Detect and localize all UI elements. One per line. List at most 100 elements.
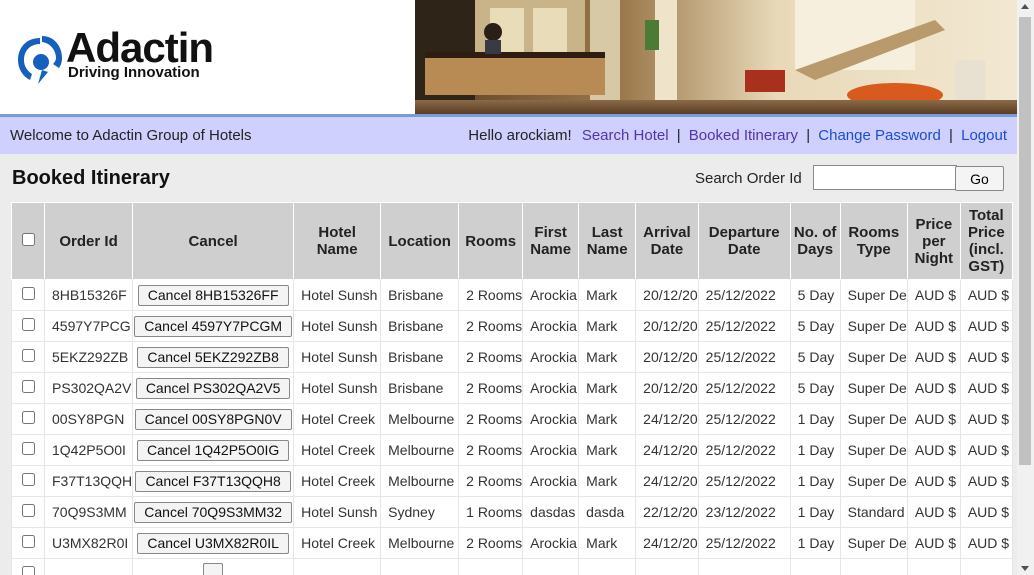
vertical-scrollbar[interactable]	[1017, 0, 1034, 575]
row-select-checkbox[interactable]	[21, 380, 35, 393]
location-cell	[380, 558, 460, 575]
rooms-cell: 2 Rooms	[458, 341, 524, 373]
scroll-up-icon[interactable]	[1021, 4, 1029, 9]
room-type-cell: Super De	[839, 372, 908, 404]
cancel-order-button[interactable]: Cancel 8HB15326FF	[137, 284, 289, 306]
total-price-cell	[959, 558, 1013, 575]
arrival-date-cell: 20/12/20	[635, 341, 699, 373]
booked-itinerary-link[interactable]: Booked Itinerary	[689, 127, 798, 144]
cancel-cell: Cancel 70Q9S3MM32	[132, 496, 295, 528]
cancel-order-button[interactable]: Cancel PS302QA2V5	[135, 377, 291, 399]
rooms-cell: 2 Rooms	[458, 434, 524, 466]
cancel-cell: Cancel 00SY8PGN0V	[132, 403, 295, 435]
header-total-price: Total Price (incl. GST)	[959, 202, 1013, 280]
room-type-cell: Super De	[839, 434, 908, 466]
header-location: Location	[380, 202, 460, 280]
order-id-cell: 70Q9S3MM	[43, 496, 134, 528]
last-name-cell: Mark	[578, 310, 637, 342]
hotel-name-cell: Hotel Creek	[293, 465, 382, 497]
location-cell: Brisbane	[380, 279, 460, 311]
arrival-date-cell: 24/12/20	[635, 465, 699, 497]
table-row: 00SY8PGN Cancel 00SY8PGN0V Hotel Creek Melb…	[11, 403, 1013, 435]
scroll-thumb[interactable]	[1019, 17, 1031, 465]
hotel-name-cell: Hotel Sunsh	[293, 372, 382, 404]
select-all-header	[11, 202, 45, 280]
days-cell: 5 Day	[789, 279, 841, 311]
hotel-name-cell: Hotel Sunsh	[293, 279, 382, 311]
header-price-per-night: Price per Night	[906, 202, 961, 280]
search-order-input[interactable]	[813, 165, 957, 190]
departure-date-cell: 25/12/2022	[697, 310, 791, 342]
last-name-cell: Mark	[578, 403, 637, 435]
order-id-cell: PS302QA2V	[43, 372, 134, 404]
room-type-cell: Standard	[839, 496, 908, 528]
hotel-name-cell: Hotel Creek	[293, 403, 382, 435]
row-select-checkbox[interactable]	[21, 535, 35, 548]
location-cell: Melbourne	[380, 403, 460, 435]
days-cell: 5 Day	[789, 372, 841, 404]
cancel-order-button[interactable]: Cancel 1Q42P5O0IG	[136, 439, 290, 461]
cancel-order-button[interactable]: Cancel 00SY8PGN0V	[134, 408, 292, 430]
select-all-checkbox[interactable]	[21, 232, 35, 246]
rooms-cell: 1 Rooms	[458, 496, 524, 528]
page-title: Booked Itinerary	[12, 167, 170, 189]
hotel-name-cell: Hotel Sunsh	[293, 496, 382, 528]
row-select-checkbox[interactable]	[21, 566, 35, 575]
row-select-checkbox[interactable]	[21, 442, 35, 455]
total-price-cell: AUD $	[959, 310, 1013, 342]
row-select-cell	[11, 341, 45, 373]
cancel-order-button[interactable]: Cancel 4597Y7PCGM	[134, 315, 293, 337]
location-cell: Melbourne	[380, 434, 460, 466]
departure-date-cell: 25/12/2022	[697, 341, 791, 373]
cancel-order-button[interactable]	[203, 562, 224, 575]
first-name-cell: Arockia	[522, 279, 580, 311]
location-cell: Melbourne	[380, 527, 460, 559]
row-select-checkbox[interactable]	[21, 473, 35, 486]
logout-link[interactable]: Logout	[961, 127, 1007, 144]
rooms-cell: 2 Rooms	[458, 403, 524, 435]
row-select-cell	[11, 465, 45, 497]
row-select-checkbox[interactable]	[21, 504, 35, 517]
scroll-down-icon[interactable]	[1021, 566, 1029, 571]
itinerary-body: 8HB15326F Cancel 8HB15326FF Hotel Sunsh Bri…	[11, 279, 1013, 575]
table-row: F37T13QQH Cancel F37T13QQH8 Hotel Creek Mel…	[11, 465, 1013, 497]
table-row: 8HB15326F Cancel 8HB15326FF Hotel Sunsh Bri…	[11, 279, 1013, 311]
location-cell: Brisbane	[380, 372, 460, 404]
last-name-cell: Mark	[578, 465, 637, 497]
arrival-date-cell: 24/12/20	[635, 434, 699, 466]
cancel-order-button[interactable]: Cancel U3MX82R0IL	[137, 532, 289, 554]
days-cell: 5 Day	[789, 341, 841, 373]
order-id-cell: 8HB15326F	[43, 279, 134, 311]
go-button[interactable]: Go	[955, 166, 1004, 191]
first-name-cell: Arockia	[522, 527, 580, 559]
arrival-date-cell: 24/12/20	[635, 403, 699, 435]
cancel-order-button[interactable]: Cancel F37T13QQH8	[135, 470, 291, 492]
cancel-order-button[interactable]: Cancel 5EKZ292ZB8	[137, 346, 289, 368]
price-cell: AUD $	[906, 279, 961, 311]
welcome-bar: Welcome to Adactin Group of Hotels Hello…	[0, 117, 1017, 154]
row-select-checkbox[interactable]	[21, 287, 35, 300]
price-cell: AUD $	[906, 527, 961, 559]
price-cell: AUD $	[906, 310, 961, 342]
arrival-date-cell: 20/12/20	[635, 372, 699, 404]
last-name-cell: dasda	[578, 496, 637, 528]
search-hotel-link[interactable]: Search Hotel	[582, 127, 669, 144]
welcome-text: Welcome to Adactin Group of Hotels	[10, 127, 252, 144]
departure-date-cell: 25/12/2022	[697, 279, 791, 311]
row-select-checkbox[interactable]	[21, 349, 35, 362]
cancel-cell: Cancel 5EKZ292ZB8	[132, 341, 295, 373]
cancel-cell: Cancel 4597Y7PCGM	[132, 310, 295, 342]
row-select-checkbox[interactable]	[21, 318, 35, 331]
table-row: U3MX82R0I Cancel U3MX82R0IL Hotel Creek Mel…	[11, 527, 1013, 559]
days-cell	[789, 558, 841, 575]
first-name-cell: Arockia	[522, 403, 580, 435]
hotel-name-cell: Hotel Creek	[293, 434, 382, 466]
table-header-row: Order Id Cancel Hotel Name Location Room…	[11, 202, 1013, 280]
cancel-order-button[interactable]: Cancel 70Q9S3MM32	[134, 501, 293, 523]
order-id-cell: F37T13QQH	[43, 465, 134, 497]
change-password-link[interactable]: Change Password	[818, 127, 941, 144]
row-select-checkbox[interactable]	[21, 411, 35, 424]
header-last-name: Last Name	[578, 202, 637, 280]
page: Adactin Driving Innovation Welcome to Ad…	[0, 0, 1017, 575]
room-type-cell: Super De	[839, 527, 908, 559]
